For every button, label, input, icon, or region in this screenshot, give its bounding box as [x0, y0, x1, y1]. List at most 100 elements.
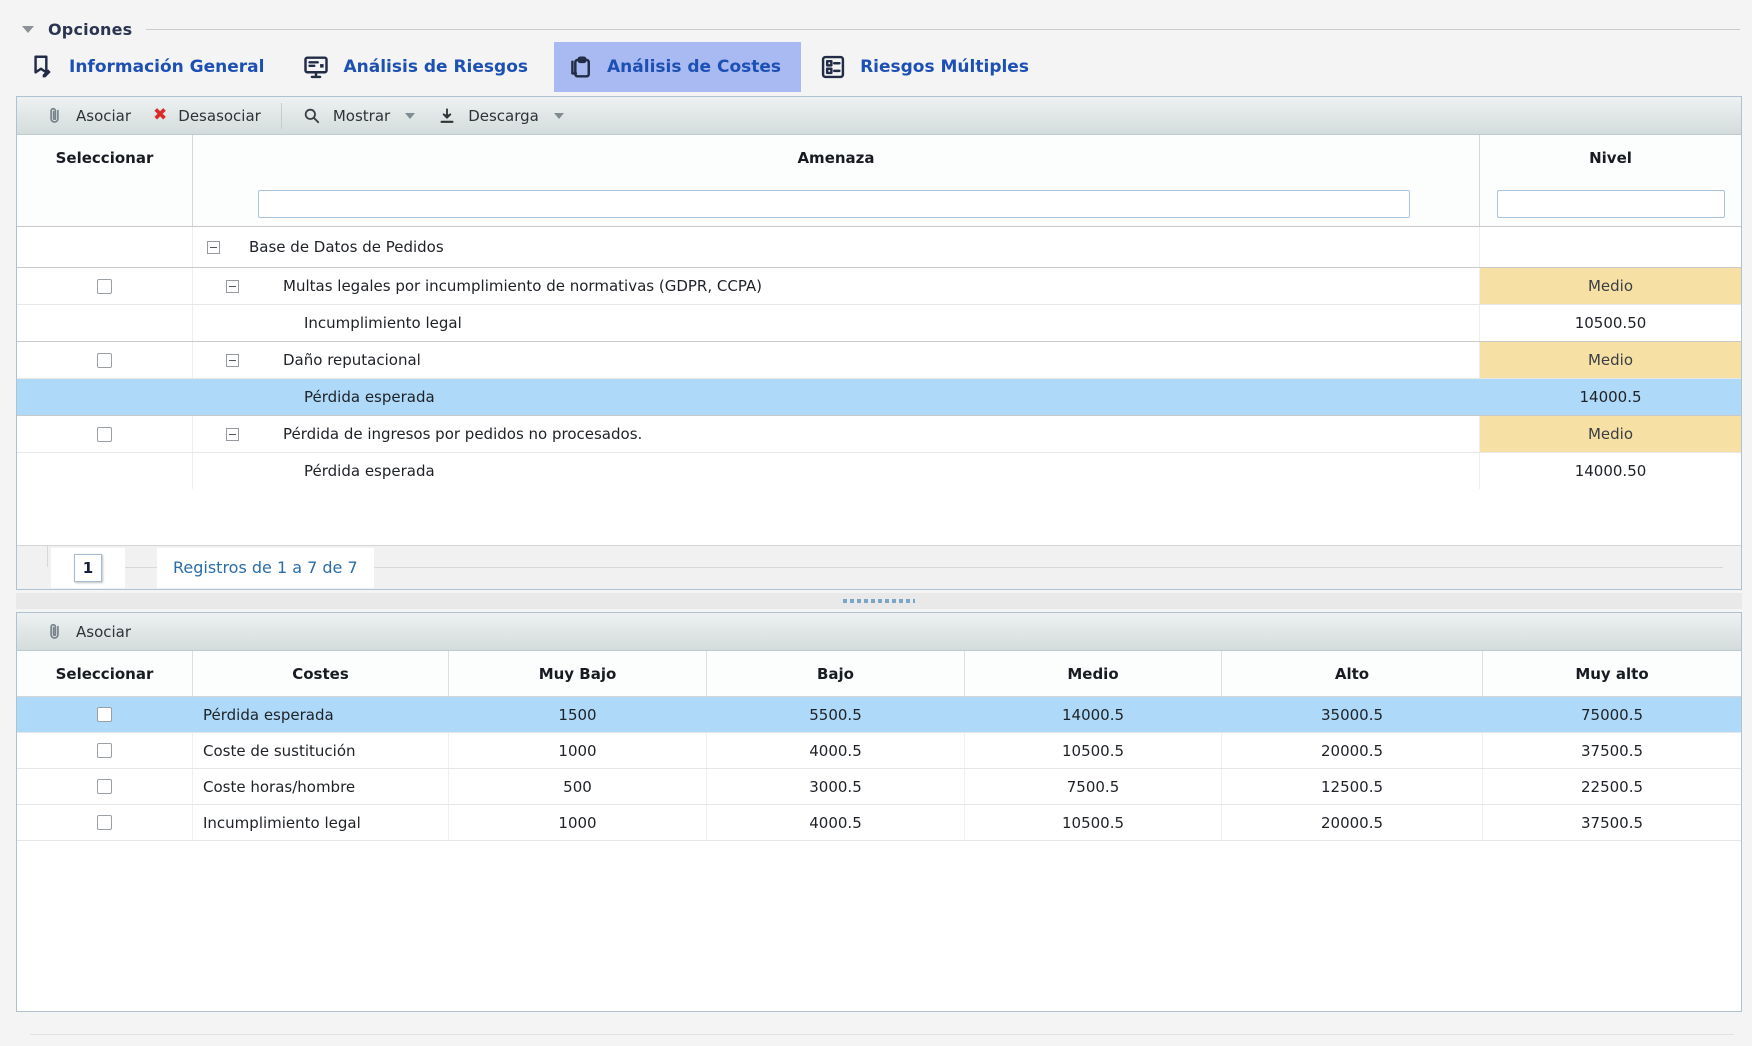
- row-checkbox[interactable]: [97, 279, 112, 294]
- desasociar-label: Desasociar: [178, 107, 261, 125]
- monitor-icon: [302, 53, 330, 81]
- cost-value: 10500.50: [1575, 314, 1647, 332]
- cost-name: Incumplimiento legal: [193, 805, 449, 840]
- cell-muy-alto: 37500.5: [1483, 733, 1741, 768]
- tab-riesgos-multiples[interactable]: Riesgos Múltiples: [807, 42, 1049, 92]
- nivel-badge: Medio: [1480, 342, 1741, 378]
- pagination-bar: 1 Registros de 1 a 7 de 7: [17, 545, 1741, 589]
- tab-informacion-general[interactable]: Información General: [16, 42, 284, 92]
- asociar-label: Asociar: [76, 623, 131, 641]
- chevron-down-icon: [405, 113, 415, 119]
- costs-table-header: Seleccionar Costes Muy Bajo Bajo Medio A…: [17, 651, 1741, 697]
- threats-toolbar: Asociar ✖ Desasociar Mostrar Descarga: [17, 97, 1741, 135]
- cost-name: Pérdida esperada: [193, 697, 449, 732]
- table-row[interactable]: Coste horas/hombre 500 3000.5 7500.5 125…: [17, 769, 1741, 805]
- column-header-muy-bajo: Muy Bajo: [449, 651, 707, 696]
- column-header-seleccionar: Seleccionar: [17, 651, 193, 696]
- cell-muy-alto: 75000.5: [1483, 697, 1741, 732]
- row-checkbox[interactable]: [97, 707, 112, 722]
- table-empty-area: [17, 489, 1741, 545]
- asociar-label: Asociar: [76, 107, 131, 125]
- table-row-cost-selected[interactable]: Pérdida esperada 14000.5: [17, 378, 1741, 415]
- nivel-badge: Medio: [1480, 268, 1741, 304]
- collapse-triangle-icon[interactable]: [22, 26, 34, 33]
- mostrar-button[interactable]: Mostrar: [296, 106, 421, 126]
- column-header-costes: Costes: [193, 651, 449, 696]
- threats-table-header: Seleccionar Amenaza Nivel: [17, 135, 1741, 181]
- column-header-medio: Medio: [965, 651, 1222, 696]
- descarga-label: Descarga: [468, 107, 539, 125]
- tab-analisis-de-riesgos[interactable]: Análisis de Riesgos: [290, 42, 548, 92]
- page-chip: 1: [51, 548, 125, 588]
- threats-filter-row: [17, 181, 1741, 227]
- cost-label: Incumplimiento legal: [304, 314, 462, 332]
- table-row-group[interactable]: Base de Datos de Pedidos: [17, 227, 1741, 267]
- collapse-toggle-icon[interactable]: [226, 280, 239, 293]
- column-header-muy-alto: Muy alto: [1483, 651, 1741, 696]
- resize-grip-icon[interactable]: [843, 599, 915, 603]
- clipboard-icon: [566, 53, 594, 81]
- column-header-nivel: Nivel: [1479, 135, 1741, 181]
- asociar-button[interactable]: Asociar: [39, 622, 137, 642]
- column-header-bajo: Bajo: [707, 651, 965, 696]
- cell-medio: 10500.5: [965, 805, 1222, 840]
- paperclip-icon: [45, 106, 65, 126]
- descarga-button[interactable]: Descarga: [431, 106, 570, 126]
- cost-name: Coste de sustitución: [193, 733, 449, 768]
- panel-splitter: [16, 593, 1742, 609]
- table-empty-area: [17, 841, 1741, 1011]
- options-title: Opciones: [48, 20, 132, 39]
- row-checkbox[interactable]: [97, 427, 112, 442]
- options-divider: [146, 29, 1740, 30]
- cell-muy-bajo: 1500: [449, 697, 707, 732]
- asociar-button[interactable]: Asociar: [39, 106, 137, 126]
- checklist-icon: [819, 53, 847, 81]
- cost-value: 14000.5: [1579, 388, 1641, 406]
- tab-label: Análisis de Riesgos: [343, 57, 528, 77]
- note-pen-icon: [28, 53, 56, 81]
- download-icon: [437, 106, 457, 126]
- row-checkbox[interactable]: [97, 779, 112, 794]
- cell-muy-bajo: 500: [449, 769, 707, 804]
- cell-alto: 12500.5: [1222, 769, 1483, 804]
- nivel-filter-input[interactable]: [1497, 190, 1725, 218]
- costs-toolbar: Asociar: [17, 613, 1741, 651]
- table-row-threat[interactable]: Multas legales por incumplimiento de nor…: [17, 267, 1741, 304]
- row-checkbox[interactable]: [97, 743, 112, 758]
- cost-name: Coste horas/hombre: [193, 769, 449, 804]
- table-row-threat[interactable]: Pérdida de ingresos por pedidos no proce…: [17, 415, 1741, 452]
- red-x-icon: ✖: [153, 107, 167, 124]
- collapse-toggle-icon[interactable]: [207, 241, 220, 254]
- table-row[interactable]: Coste de sustitución 1000 4000.5 10500.5…: [17, 733, 1741, 769]
- cell-alto: 20000.5: [1222, 805, 1483, 840]
- row-checkbox[interactable]: [97, 815, 112, 830]
- row-checkbox[interactable]: [97, 353, 112, 368]
- tab-label: Riesgos Múltiples: [860, 57, 1029, 77]
- cell-medio: 10500.5: [965, 733, 1222, 768]
- threat-label: Pérdida de ingresos por pedidos no proce…: [283, 425, 642, 443]
- threats-panel: Asociar ✖ Desasociar Mostrar Descarga Se…: [16, 96, 1742, 590]
- desasociar-button[interactable]: ✖ Desasociar: [147, 107, 267, 125]
- column-header-seleccionar: Seleccionar: [17, 135, 193, 181]
- tab-label: Información General: [69, 57, 264, 77]
- tab-analisis-de-costes[interactable]: Análisis de Costes: [554, 42, 801, 92]
- table-row-selected[interactable]: Pérdida esperada 1500 5500.5 14000.5 350…: [17, 697, 1741, 733]
- page-1-button[interactable]: 1: [74, 554, 102, 582]
- column-header-alto: Alto: [1222, 651, 1483, 696]
- tab-label: Análisis de Costes: [607, 57, 781, 77]
- cell-bajo: 5500.5: [707, 697, 965, 732]
- table-row-cost[interactable]: Incumplimiento legal 10500.50: [17, 304, 1741, 341]
- column-header-amenaza: Amenaza: [193, 135, 1479, 181]
- table-row[interactable]: Incumplimiento legal 1000 4000.5 10500.5…: [17, 805, 1741, 841]
- table-row-threat[interactable]: Daño reputacional Medio: [17, 341, 1741, 378]
- nivel-badge: Medio: [1480, 416, 1741, 452]
- threat-label: Multas legales por incumplimiento de nor…: [283, 277, 762, 295]
- collapse-toggle-icon[interactable]: [226, 354, 239, 367]
- table-row-cost[interactable]: Pérdida esperada 14000.50: [17, 452, 1741, 489]
- cell-medio: 14000.5: [965, 697, 1222, 732]
- cell-alto: 20000.5: [1222, 733, 1483, 768]
- amenaza-filter-input[interactable]: [258, 190, 1410, 218]
- collapse-toggle-icon[interactable]: [226, 428, 239, 441]
- cell-alto: 35000.5: [1222, 697, 1483, 732]
- options-header: Opciones: [0, 0, 1752, 40]
